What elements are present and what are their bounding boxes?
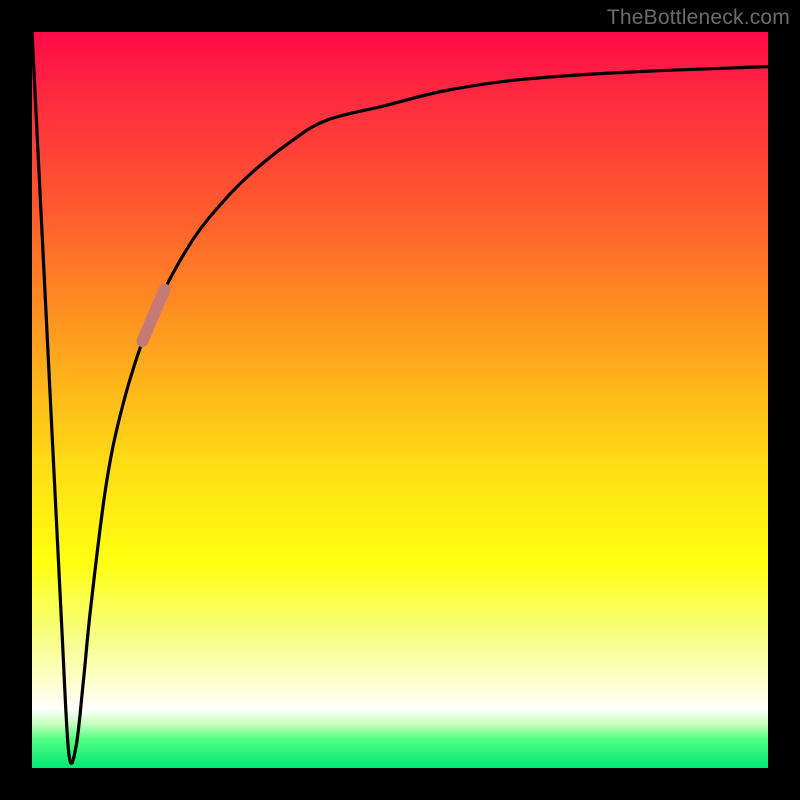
curve-layer	[32, 32, 768, 768]
bottleneck-curve	[32, 32, 768, 763]
plot-area	[32, 32, 768, 768]
watermark-text: TheBottleneck.com	[607, 6, 790, 30]
highlight-segment	[142, 290, 164, 342]
chart-frame: TheBottleneck.com	[0, 0, 800, 800]
